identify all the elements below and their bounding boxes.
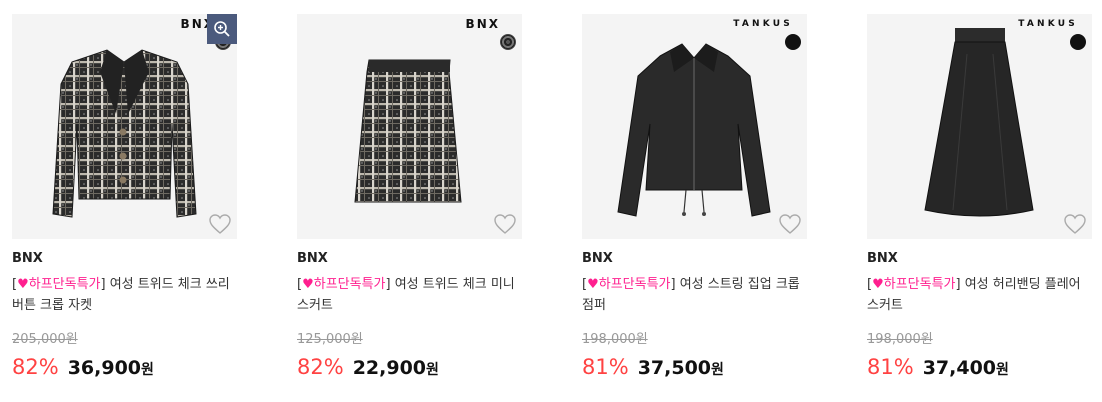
price-row: 81% 37,500 원 — [582, 355, 807, 381]
product-card[interactable]: BNX BNX [♥하프단독특가] 여성 트위드 체크 쓰리버튼 크롭 자켓 2… — [12, 14, 237, 381]
heart-outline-icon — [779, 214, 801, 234]
product-grid: BNX BNX [♥하프단독특가] 여성 트위드 체크 쓰리버튼 크롭 자켓 2… — [0, 0, 1102, 402]
price-row: 81% 37,400 원 — [867, 355, 1092, 381]
sale-price: 22,900 — [352, 357, 427, 379]
color-swatch[interactable] — [500, 34, 516, 50]
brand-logo: TANKUS — [733, 19, 793, 29]
wishlist-button[interactable] — [778, 213, 802, 235]
sale-price: 37,500 — [637, 357, 712, 379]
currency-label: 원 — [426, 362, 439, 378]
tweed-mini-skirt-image — [354, 59, 462, 203]
product-image[interactable]: BNX — [297, 14, 522, 239]
wishlist-button[interactable] — [493, 213, 517, 235]
currency-label: 원 — [711, 362, 724, 378]
brand-name[interactable]: BNX — [297, 250, 522, 268]
color-swatch[interactable] — [1070, 34, 1086, 50]
brand-logo: TANKUS — [1018, 19, 1078, 29]
wishlist-button[interactable] — [1063, 213, 1087, 235]
brand-name[interactable]: BNX — [582, 250, 807, 268]
heart-icon: ♥ — [872, 277, 884, 292]
price-row: 82% 36,900 원 — [12, 355, 237, 381]
black-crop-jumper-image — [617, 43, 771, 217]
heart-outline-icon — [1064, 214, 1086, 234]
original-price: 198,000원 — [867, 332, 933, 347]
product-card[interactable]: BNX BNX [♥하프단독특가] 여성 트위드 체크 미니 스커트 125,0… — [297, 14, 522, 381]
product-title[interactable]: [♥하프단독특가] 여성 트위드 체크 미니 스커트 — [297, 274, 519, 316]
tweed-jacket-image — [52, 49, 197, 218]
product-image[interactable]: TANKUS — [582, 14, 807, 239]
heart-icon: ♥ — [302, 277, 314, 292]
product-image[interactable]: BNX — [12, 14, 237, 239]
product-image[interactable]: TANKUS — [867, 14, 1092, 239]
product-title[interactable]: [♥하프단독특가] 여성 트위드 체크 쓰리버튼 크롭 자켓 — [12, 274, 234, 316]
brand-name[interactable]: BNX — [12, 250, 237, 268]
promo-label: 하프단독특가 — [598, 277, 671, 292]
currency-label: 원 — [996, 362, 1009, 378]
original-price: 198,000원 — [582, 332, 648, 347]
currency-label: 원 — [141, 362, 154, 378]
zoom-button[interactable] — [207, 14, 237, 44]
original-price: 125,000원 — [297, 332, 363, 347]
promo-label: 하프단독특가 — [28, 277, 101, 292]
heart-outline-icon — [494, 214, 516, 234]
color-swatch[interactable] — [785, 34, 801, 50]
product-card[interactable]: TANKUS BNX [♥하프단독특가] 여성 스트링 집업 크롭 점퍼 198… — [582, 14, 807, 381]
wishlist-button[interactable] — [208, 213, 232, 235]
black-flare-skirt-image — [924, 28, 1034, 217]
product-title[interactable]: [♥하프단독특가] 여성 허리밴딩 플레어 스커트 — [867, 274, 1089, 316]
product-card[interactable]: TANKUS BNX [♥하프단독특가] 여성 허리밴딩 플레어 스커트 198… — [867, 14, 1092, 381]
promo-label: 하프단독특가 — [883, 277, 956, 292]
promo-label: 하프단독특가 — [313, 277, 386, 292]
discount-rate: 81% — [867, 355, 914, 379]
product-title[interactable]: [♥하프단독특가] 여성 스트링 집업 크롭 점퍼 — [582, 274, 804, 316]
brand-name[interactable]: BNX — [867, 250, 1092, 268]
heart-icon: ♥ — [587, 277, 599, 292]
discount-rate: 82% — [297, 355, 344, 379]
sale-price: 37,400 — [922, 357, 997, 379]
price-row: 82% 22,900 원 — [297, 355, 522, 381]
brand-logo: BNX — [465, 17, 500, 31]
discount-rate: 82% — [12, 355, 59, 379]
sale-price: 36,900 — [67, 357, 142, 379]
original-price: 205,000원 — [12, 332, 78, 347]
heart-icon: ♥ — [17, 277, 29, 292]
discount-rate: 81% — [582, 355, 629, 379]
zoom-in-icon — [214, 21, 230, 37]
heart-outline-icon — [209, 214, 231, 234]
